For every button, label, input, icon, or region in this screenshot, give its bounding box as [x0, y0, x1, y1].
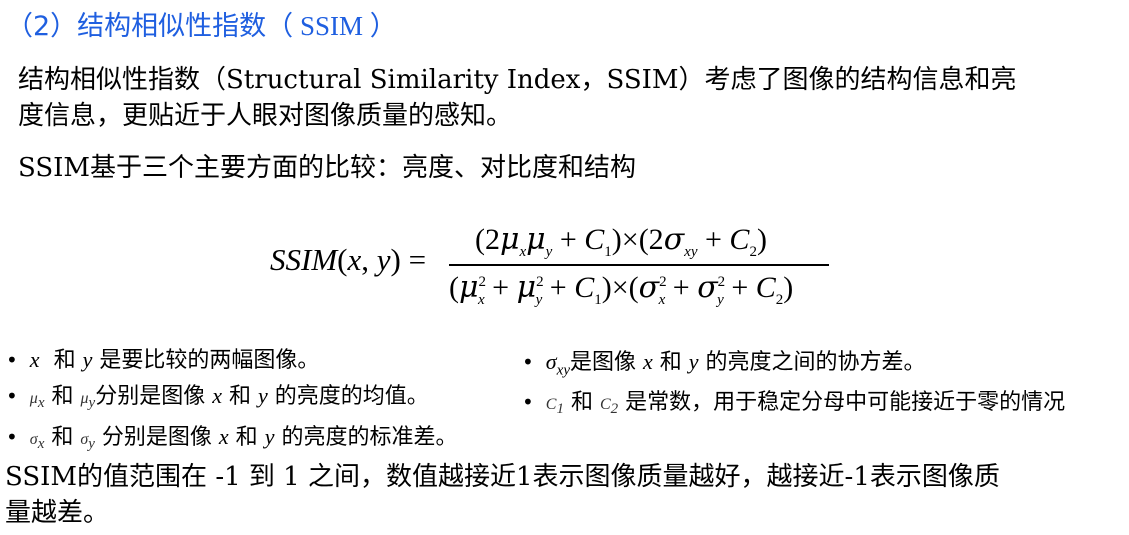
bullet-means: • μx 和 μy分别是图像 x 和 y 的亮度的均值。	[6, 383, 429, 412]
intro-paragraph: 结构相似性指数（Structural Similarity Index，SSIM…	[18, 65, 1017, 131]
bullet-covariance: • σxy是图像 x 和 y 的亮度之间的协方差。	[522, 349, 926, 379]
section-heading: （2）结构相似性指数（ SSIM ）	[6, 11, 397, 42]
bullet-std: • σx 和 σy 分别是图像 x 和 y 的亮度的标准差。	[6, 424, 458, 453]
bullet-constants: • C1 和 C2 是常数，用于稳定分母中可能接近于零的情况	[522, 390, 1066, 418]
comparison-basis: SSIM基于三个主要方面的比较：亮度、对比度和结构	[18, 153, 637, 183]
formula-denominator: (μ2x + μ2y + C1)×(σ2x + σ2y + C2)	[449, 270, 794, 308]
bullet-images: • x 和 y 是要比较的两幅图像。	[6, 347, 320, 373]
formula-numerator: (2μxμy + C1)×(2σxy + C2)	[475, 222, 767, 260]
range-paragraph: SSIM的值范围在 -1 到 1 之间，数值越接近1表示图像质量越好，越接近-1…	[5, 462, 1000, 528]
fraction-bar	[449, 264, 829, 266]
